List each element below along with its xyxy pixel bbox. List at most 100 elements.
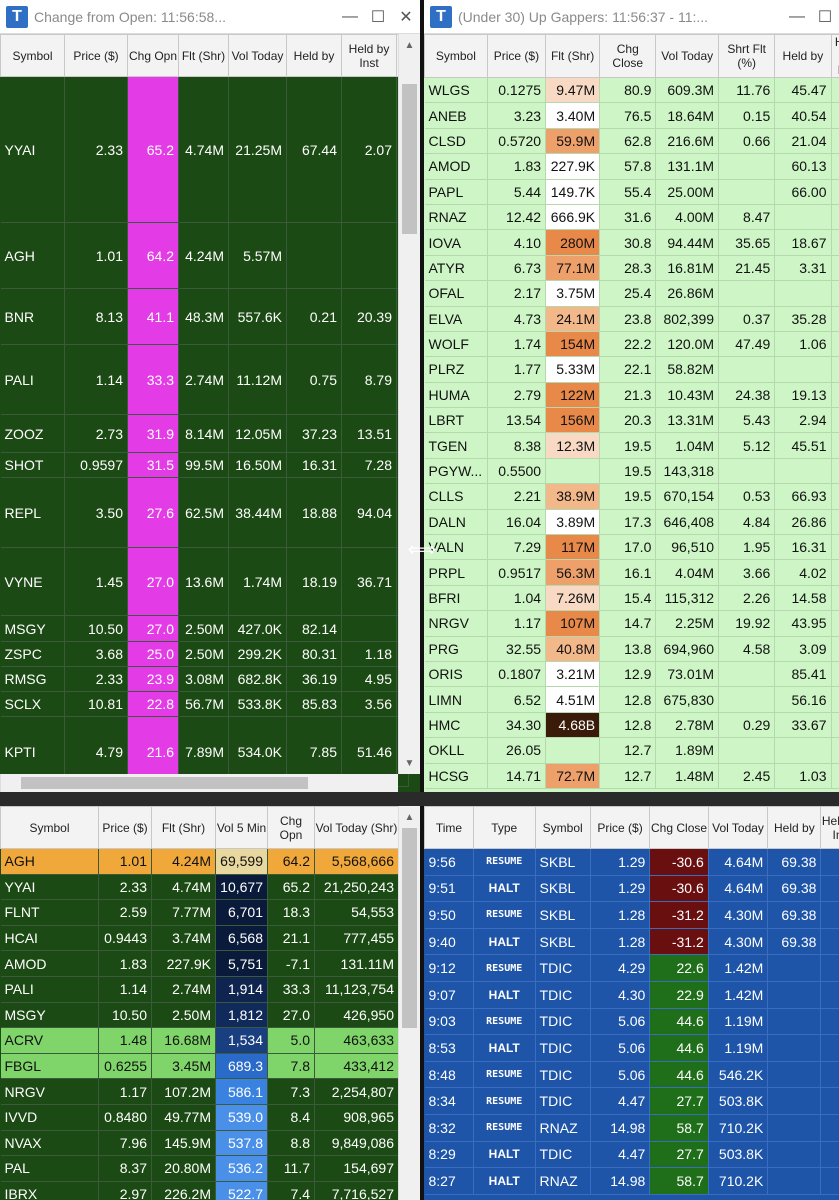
table-row[interactable]: AGH1.0164.24.24M5.57MA E a F [0,222,409,289]
table-row[interactable]: 9:07 HALT TDIC 4.30 22.9 1.42M [424,981,839,1009]
column-header[interactable]: Flt (Shr) [545,34,601,78]
table-row[interactable]: ATYR6.7377.1M28.316.81M21.453.317 [424,255,839,282]
column-header[interactable]: Chg Opn [127,34,179,77]
table-row[interactable]: FLNT 2.59 7.77M 6,701 18.3 54,553 [0,899,399,926]
table-row[interactable]: BFRI 1.04 7.26M 15.4 115,312 2.26 14.58 [424,585,839,612]
maximize-icon[interactable]: ☐ [364,7,392,27]
table-row[interactable]: 8:29 HALT TDIC 4.47 27.7 503.8K [424,1141,839,1169]
table-row[interactable]: ZSPC3.6825.02.50M299.2K80.311.18Ir [0,641,409,667]
table-row[interactable]: WLGS 0.1275 9.47M 80.9 609.3M 11.76 45.47 [424,77,839,104]
table-row[interactable]: LBRT13.54156M20.313.31M5.432.947 [424,407,839,434]
table-row[interactable]: MSGY 10.50 2.50M 1,812 27.0 426,950 [0,1002,399,1029]
table-row[interactable]: MSGY10.5027.02.50M427.0K82.14C [0,615,409,642]
table-row[interactable]: NRGV 1.17 107.2M 586.1 7.3 2,254,807 [0,1078,399,1105]
column-header[interactable]: Held by [286,34,342,77]
table-row[interactable]: 9:12 RESUME TDIC 4.29 22.6 1.42M [424,954,839,982]
column-header[interactable]: Vol Today [707,806,769,849]
column-header[interactable]: Price ($) [64,34,128,77]
column-header[interactable]: Symbol [534,806,591,849]
table-row[interactable]: 9:03 RESUME TDIC 5.06 44.6 1.19M [424,1008,839,1036]
scroll-up-icon[interactable]: ▲ [399,810,420,826]
table-row[interactable]: BNR8.1341.148.3M557.6K0.2120.39H a A [0,288,409,345]
table-row[interactable]: PALI 1.14 2.74M 1,914 33.3 11,123,754 [0,976,399,1003]
column-header[interactable]: Flt (Shr) [151,806,216,849]
column-header[interactable]: Vol Today (Shr) [314,806,399,849]
table-row[interactable]: 8:34 RESUME TDIC 4.47 27.7 503.8K [424,1087,839,1115]
scroll-down-icon[interactable]: ▼ [399,756,420,772]
horizontal-scrollbar[interactable] [0,774,398,792]
table-row[interactable]: AGH 1.01 4.24M 69,599 64.2 5,568,666 [0,848,399,875]
column-header[interactable]: Symbol [0,34,65,77]
table-row[interactable]: IBRX 2.97 226.2M 522.7 7.4 7,716,527 [0,1181,399,1200]
table-row[interactable]: CLLS 2.21 38.9M 19.5 670,154 0.53 66.93 [424,483,839,510]
column-header[interactable]: Held by Inst [341,34,397,77]
column-header[interactable]: Price ($) [589,806,651,849]
table-row[interactable]: PGYW... 0.5500 19.5 143,318 [424,458,839,485]
column-header[interactable]: Held by Inst [820,806,839,849]
maximize-icon[interactable]: ☐ [811,7,839,27]
column-header[interactable]: Vol Today [228,34,287,77]
table-row[interactable]: NVAX 7.96 145.9M 537.8 8.8 9,849,086 [0,1130,399,1157]
table-row[interactable]: 9:40 HALT SKBL 1.28 -31.2 4.30M 69.38 [424,928,839,956]
column-header[interactable]: Held by Inst [830,34,839,78]
column-header[interactable]: Held by [767,806,822,849]
table-row[interactable]: 9:50 RESUME SKBL 1.28 -31.2 4.30M 69.38 [424,901,839,929]
scrollbar-thumb[interactable] [402,828,417,1028]
vertical-scrollbar[interactable]: ▲ [398,806,420,1200]
table-row[interactable]: OKLL 26.05 12.7 1.89M [424,737,839,764]
table-row[interactable]: IOVA4.10280M30.894.44M35.6518.676 [424,229,839,256]
table-row[interactable]: HCAI 0.9443 3.74M 6,568 21.1 777,455 [0,925,399,952]
table-row[interactable]: VYNE1.4527.013.6M1.74M18.1936.71F S T S [0,547,409,616]
column-header[interactable]: Symbol [424,34,488,78]
column-header[interactable]: Price ($) [486,34,547,78]
table-row[interactable]: PAPL 5.44 149.7K 55.4 25.00M 66.00 [424,179,839,205]
scroll-up-icon[interactable]: ▲ [399,38,420,54]
table-row[interactable]: SCLX 10.81 22.8 56.7M 533.8K 85.83 3.56 [0,691,409,717]
table-row[interactable]: REPL3.5027.662.5M38.44M18.8894.04F S T S [0,477,409,548]
column-header[interactable]: Time [424,806,474,849]
horizontal-scrollbar-thumb[interactable] [21,777,308,789]
table-row[interactable]: VALN 7.29 117M 17.0 96,510 1.95 16.31 [424,534,839,561]
table-row[interactable]: DALN 16.04 3.89M 17.3 646,408 4.84 26.86 [424,509,839,536]
table-row[interactable]: 8:32 RESUME RNAZ 14.98 58.7 710.2K [424,1114,839,1142]
table-row[interactable]: RNAZ 12.42 666.9K 31.6 4.00M 8.47 [424,204,839,231]
table-row[interactable]: IVVD 0.8480 49.77M 539.0 8.4 908,965 [0,1104,399,1131]
table-row[interactable]: PAL 8.37 20.80M 536.2 11.7 154,697 [0,1155,399,1182]
column-header[interactable]: Chg Opn [267,806,315,849]
table-row[interactable]: WOLF1.74154M22.2120.0M47.491.068 [424,331,839,358]
window-titlebar[interactable]: T (Under 30) Up Gappers: 11:56:37 - 11:.… [424,0,839,34]
column-header[interactable]: Chg Close [599,34,657,78]
column-header[interactable]: Shrt Flt (%) [718,34,776,78]
table-row[interactable]: ACRV 1.48 16.68M 1,534 5.0 463,633 [0,1027,399,1054]
column-header[interactable]: Vol 5 Min [215,806,268,849]
table-row[interactable]: RMSG 2.33 23.9 3.08M 682.8K 36.19 4.95 [0,666,409,692]
table-row[interactable]: ZOOZ2.7331.98.14M12.05M37.2313.51W T [0,414,409,453]
minimize-icon[interactable]: — [336,8,364,26]
column-header[interactable]: Type [472,806,536,849]
close-icon[interactable]: ✕ [392,7,420,27]
column-header[interactable]: Held by [774,34,832,78]
column-header[interactable]: Price ($) [98,806,152,849]
window-titlebar[interactable]: T Change from Open: 11:56:58... — ☐ ✕ [0,0,420,34]
table-row[interactable]: NRGV 1.17 107M 14.7 2.25M 19.92 43.95 [424,610,839,637]
table-row[interactable]: SHOT0.959731.599.5M16.50M16.317.28F [0,452,409,478]
table-row[interactable]: PLRZ 1.77 5.33M 22.1 58.82M [424,356,839,383]
table-row[interactable]: FBGL 0.6255 3.45M 689.3 7.8 433,412 [0,1053,399,1080]
table-row[interactable]: 9:51 HALT SKBL 1.29 -30.6 4.64M 69.38 [424,875,839,903]
horizontal-splitter[interactable] [0,792,839,806]
vertical-scrollbar[interactable]: ▲ ▼ [398,34,420,774]
table-row[interactable]: YYAI2.3365.24.74M21.25M67.442.07A a M F … [0,76,409,223]
table-row[interactable]: OFAL 2.17 3.75M 25.4 26.86M [424,280,839,307]
table-row[interactable]: 8:48 RESUME TDIC 5.06 44.6 546.2K [424,1061,839,1089]
table-row[interactable]: ORIS 0.1807 3.21M 12.9 73.01M 85.41 [424,661,839,688]
table-row[interactable]: TGEN 8.38 12.3M 19.5 1.04M 5.12 45.51 [424,432,839,459]
table-row[interactable]: 8:53 HALT TDIC 5.06 44.6 1.19M [424,1034,839,1062]
table-row[interactable]: PRG32.5540.8M13.8694,9604.583.099 [424,636,839,662]
table-row[interactable]: 9:56 RESUME SKBL 1.29 -30.6 4.64M 69.38 [424,848,839,876]
table-row[interactable]: ELVA4.7324.1M23.8802,3990.3735.281 [424,306,839,332]
table-row[interactable]: ANEB3.233.40M76.518.64M0.1540.545 [424,102,839,129]
minimize-icon[interactable]: — [783,8,811,26]
table-row[interactable]: PRPL0.951756.3M16.14.04M3.664.026 [424,559,839,586]
vertical-splitter[interactable] [420,0,424,1200]
table-row[interactable]: HUMA2.79122M21.310.43M24.3819.134 [424,382,839,409]
